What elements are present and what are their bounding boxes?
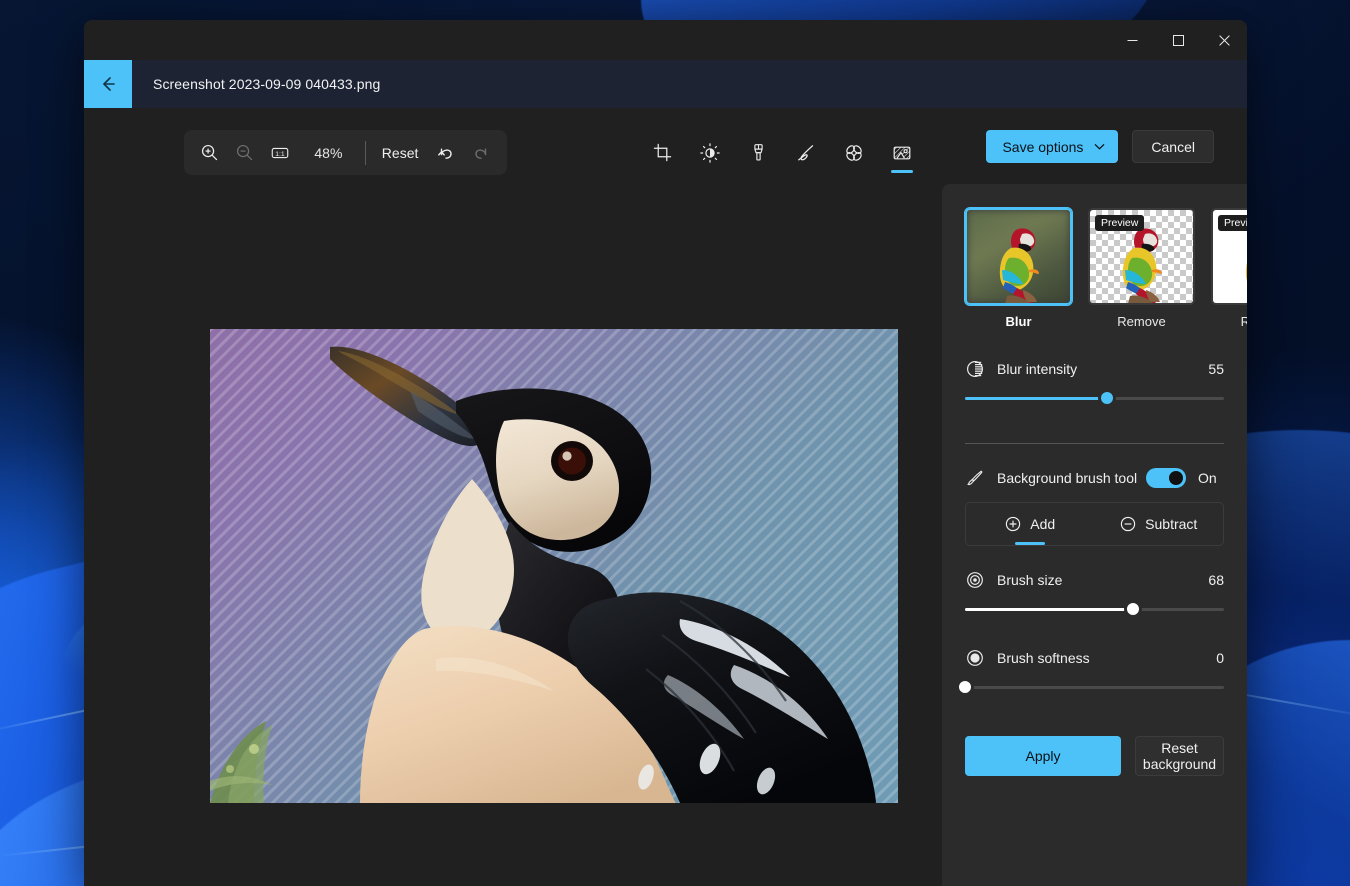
minimize-button[interactable] bbox=[1109, 20, 1155, 60]
back-arrow-icon bbox=[98, 74, 118, 94]
background-icon bbox=[892, 143, 912, 163]
parrot-thumbnail-image bbox=[967, 210, 1072, 305]
close-button[interactable] bbox=[1201, 20, 1247, 60]
save-options-label: Save options bbox=[1002, 139, 1083, 155]
target-icon bbox=[965, 570, 985, 590]
eraser-icon bbox=[844, 143, 864, 163]
svg-text:1:1: 1:1 bbox=[276, 151, 286, 158]
crop-tool-button[interactable] bbox=[644, 130, 680, 175]
window-controls bbox=[1109, 20, 1247, 60]
toggle-state-label: On bbox=[1198, 470, 1224, 486]
slider-track bbox=[965, 686, 1224, 689]
blur-icon bbox=[965, 359, 985, 379]
mode-label: Blur bbox=[965, 314, 1072, 329]
blur-intensity-slider[interactable] bbox=[965, 385, 1224, 413]
toolbar-divider bbox=[365, 141, 366, 165]
actual-size-icon[interactable]: 1:1 bbox=[263, 135, 298, 171]
zoom-level-label: 48% bbox=[298, 145, 359, 161]
plus-circle-icon bbox=[1005, 516, 1021, 532]
background-brush-toggle[interactable] bbox=[1146, 468, 1186, 488]
brush-softness-slider[interactable] bbox=[965, 674, 1224, 702]
preview-badge: Preview bbox=[1218, 215, 1247, 231]
background-brush-tool-label: Background brush tool bbox=[997, 470, 1146, 486]
mode-thumbnail[interactable]: Preview bbox=[1211, 208, 1247, 305]
subtract-segment-label: Subtract bbox=[1145, 516, 1197, 532]
add-segment-button[interactable]: Add bbox=[966, 503, 1095, 545]
reset-zoom-button[interactable]: Reset bbox=[372, 139, 429, 167]
brush-softness-value: 0 bbox=[1216, 650, 1224, 666]
canvas-area[interactable] bbox=[84, 184, 942, 886]
file-name-label: Screenshot 2023-09-09 040433.png bbox=[132, 60, 380, 108]
background-options-panel: Blur Preview bbox=[942, 184, 1247, 886]
panel-divider bbox=[965, 443, 1224, 444]
brush-softness-row: Brush softness 0 bbox=[965, 648, 1224, 668]
preview-badge: Preview bbox=[1095, 215, 1144, 231]
woodpecker-subject bbox=[210, 329, 898, 803]
mode-thumbnail[interactable] bbox=[965, 208, 1072, 305]
zoom-controls-group: 1:1 48% Reset bbox=[184, 130, 507, 175]
mode-thumbnail[interactable]: Preview bbox=[1088, 208, 1195, 305]
file-header: Screenshot 2023-09-09 040433.png bbox=[84, 60, 1247, 108]
slider-fill bbox=[965, 608, 1133, 611]
mode-option-replace[interactable]: Preview bbox=[1211, 208, 1247, 329]
window-title-bar bbox=[84, 20, 1247, 60]
photos-editor-window: Screenshot 2023-09-09 040433.png bbox=[84, 20, 1247, 886]
pen-tool-button[interactable] bbox=[788, 130, 824, 175]
editor-toolbar: 1:1 48% Reset bbox=[84, 108, 1247, 184]
apply-button[interactable]: Apply bbox=[965, 736, 1121, 776]
toolbar-actions: Save options Cancel bbox=[986, 130, 1214, 163]
crop-icon bbox=[653, 143, 672, 162]
slider-knob[interactable] bbox=[1124, 600, 1142, 618]
redo-icon[interactable] bbox=[464, 135, 499, 171]
background-brush-tool-row: Background brush tool On bbox=[965, 468, 1224, 488]
image-canvas[interactable] bbox=[210, 329, 898, 803]
subtract-segment-button[interactable]: Subtract bbox=[1095, 503, 1224, 545]
brightness-icon bbox=[700, 143, 720, 163]
undo-icon[interactable] bbox=[428, 135, 463, 171]
softness-icon bbox=[965, 648, 985, 668]
brush-size-value: 68 bbox=[1208, 572, 1224, 588]
cancel-button[interactable]: Cancel bbox=[1132, 130, 1214, 163]
background-tool-button[interactable] bbox=[884, 130, 920, 175]
zoom-in-icon[interactable] bbox=[192, 135, 227, 171]
mode-option-remove[interactable]: Preview bbox=[1088, 208, 1195, 329]
mode-label: Remove bbox=[1088, 314, 1195, 329]
back-button[interactable] bbox=[84, 60, 132, 108]
slider-knob[interactable] bbox=[956, 678, 974, 696]
toggle-knob bbox=[1169, 471, 1183, 485]
marker-tool-button[interactable] bbox=[740, 130, 776, 175]
slider-knob[interactable] bbox=[1098, 389, 1116, 407]
blur-intensity-row: Blur intensity 55 bbox=[965, 359, 1224, 379]
brush-size-row: Brush size 68 bbox=[965, 570, 1224, 590]
chevron-down-icon bbox=[1093, 140, 1106, 153]
minus-circle-icon bbox=[1120, 516, 1136, 532]
eraser-tool-button[interactable] bbox=[836, 130, 872, 175]
blur-intensity-value: 55 bbox=[1208, 361, 1224, 377]
slider-fill bbox=[965, 397, 1107, 400]
brush-icon bbox=[965, 468, 985, 488]
mode-label: Replace bbox=[1211, 314, 1247, 329]
reset-background-button[interactable]: Reset background bbox=[1135, 736, 1224, 776]
add-subtract-segmented-control: Add Subtract bbox=[965, 502, 1224, 546]
panel-action-buttons: Apply Reset background bbox=[965, 736, 1224, 776]
maximize-button[interactable] bbox=[1155, 20, 1201, 60]
brush-softness-label: Brush softness bbox=[997, 650, 1216, 666]
brush-size-slider[interactable] bbox=[965, 596, 1224, 624]
mode-option-blur[interactable]: Blur bbox=[965, 208, 1072, 329]
add-segment-label: Add bbox=[1030, 516, 1055, 532]
background-mode-thumbnails: Blur Preview bbox=[965, 208, 1224, 329]
tool-buttons-group bbox=[644, 130, 920, 175]
save-options-button[interactable]: Save options bbox=[986, 130, 1118, 163]
segment-selected-indicator bbox=[1015, 542, 1045, 545]
zoom-out-icon[interactable] bbox=[227, 135, 262, 171]
blur-intensity-label: Blur intensity bbox=[997, 361, 1208, 377]
brush-size-label: Brush size bbox=[997, 572, 1208, 588]
pen-icon bbox=[796, 143, 816, 163]
adjust-tool-button[interactable] bbox=[692, 130, 728, 175]
marker-icon bbox=[749, 143, 768, 162]
tool-selected-indicator bbox=[891, 170, 913, 173]
